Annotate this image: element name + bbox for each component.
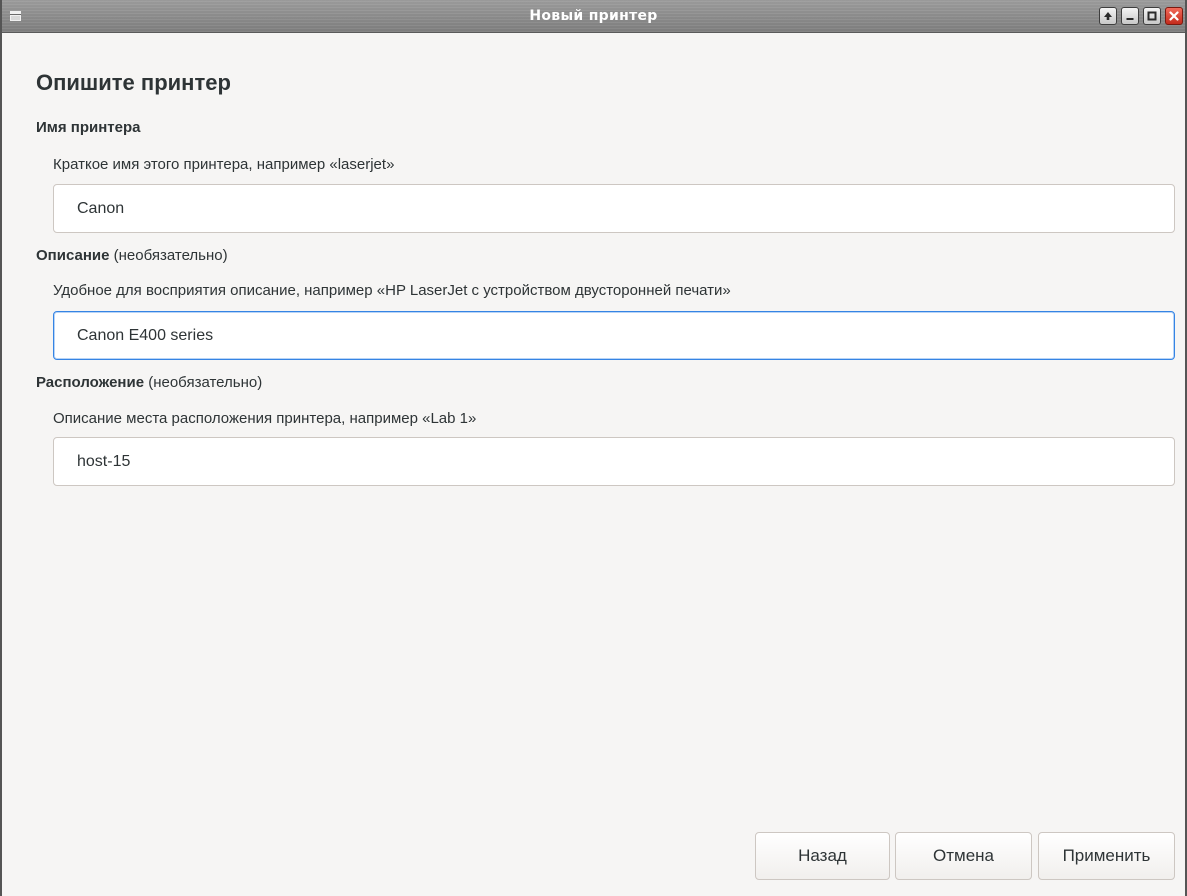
printer-name-input[interactable]: [53, 184, 1175, 233]
arrow-up-icon: [1104, 12, 1112, 20]
new-printer-dialog: Новый принтер Опишите принтер Имя принте…: [0, 0, 1187, 896]
location-hint: Описание места расположения принтера, на…: [53, 410, 477, 427]
minimize-button[interactable]: [1121, 7, 1139, 25]
location-optional: (необязательно): [148, 374, 263, 391]
minimize-icon: [1126, 18, 1134, 20]
location-input[interactable]: [53, 437, 1175, 486]
location-title: Расположение: [36, 374, 145, 391]
close-icon: [1169, 11, 1179, 21]
raise-button[interactable]: [1099, 7, 1117, 25]
description-input[interactable]: [53, 311, 1175, 360]
description-title: Описание: [36, 247, 110, 264]
close-button[interactable]: [1165, 7, 1183, 25]
description-label: Описание (необязательно): [36, 247, 228, 265]
location-label: Расположение (необязательно): [36, 374, 262, 392]
description-optional: (необязательно): [113, 247, 228, 264]
page-heading: Опишите принтер: [36, 70, 231, 95]
window-controls: [1099, 7, 1183, 25]
printer-name-hint: Краткое имя этого принтера, например «la…: [53, 156, 395, 173]
description-hint: Удобное для восприятия описание, наприме…: [53, 282, 731, 299]
cancel-button[interactable]: Отмена: [895, 832, 1032, 880]
back-button[interactable]: Назад: [755, 832, 890, 880]
apply-button[interactable]: Применить: [1038, 832, 1175, 880]
printer-name-title: Имя принтера: [36, 119, 141, 136]
maximize-button[interactable]: [1143, 7, 1161, 25]
title-bar[interactable]: Новый принтер: [2, 0, 1185, 33]
window-title: Новый принтер: [529, 8, 658, 24]
maximize-icon: [1147, 11, 1157, 21]
printer-name-label: Имя принтера: [36, 119, 141, 137]
